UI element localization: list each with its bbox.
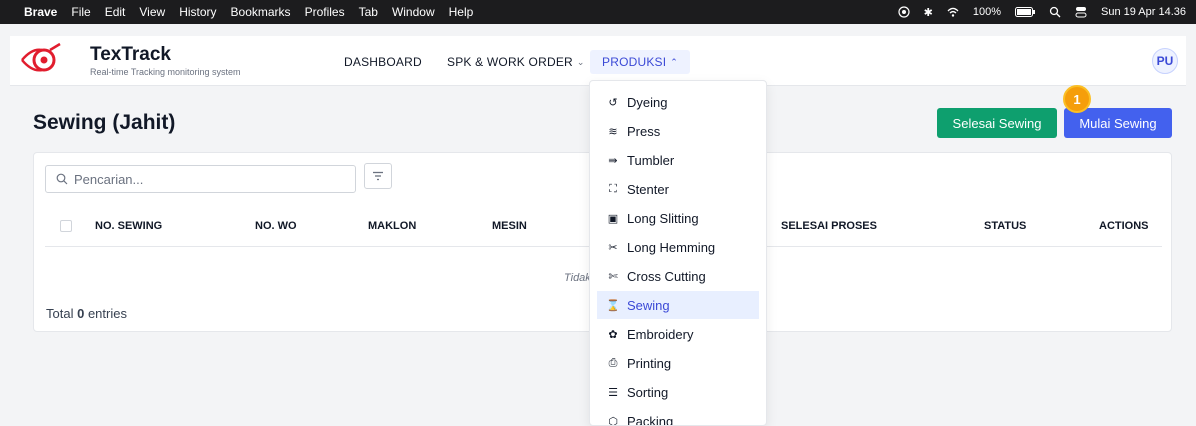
dropdown-item-sorting[interactable]: ☰ Sorting — [597, 378, 759, 406]
app-header: TexTrack Real-time Tracking monitoring s… — [10, 36, 1186, 86]
dropdown-item-stenter[interactable]: ⛶ Stenter — [597, 175, 759, 203]
select-all-checkbox[interactable] — [60, 220, 72, 232]
spotlight-search-icon[interactable] — [1049, 6, 1061, 18]
menubar-file[interactable]: File — [71, 5, 90, 19]
dropdown-item-cross-cutting[interactable]: ✄ Cross Cutting — [597, 262, 759, 290]
dropdown-item-label: Embroidery — [627, 326, 694, 342]
control-center-icon[interactable] — [1075, 6, 1087, 18]
battery-percent: 100% — [972, 6, 1001, 18]
produksi-dropdown-menu: ↺ Dyeing ≋ Press ⇛ Tumbler ⛶ Stenter ▣ Long S… — [589, 80, 767, 426]
empty-state-text: Tidak — [564, 272, 591, 284]
dropdown-item-dyeing[interactable]: ↺ Dyeing — [597, 88, 759, 116]
menubar-edit[interactable]: Edit — [105, 5, 126, 19]
menubar-profiles[interactable]: Profiles — [305, 5, 345, 19]
dropdown-item-embroidery[interactable]: ✿ Embroidery — [597, 320, 759, 348]
search-input[interactable]: Pencarian... — [45, 165, 356, 193]
dropdown-item-long-hemming[interactable]: ✂ Long Hemming — [597, 233, 759, 261]
dropdown-item-label: Press — [627, 123, 661, 139]
total-suffix: entries — [87, 306, 127, 321]
col-no-sewing[interactable]: NO. SEWING — [95, 220, 162, 232]
dropdown-item-label: Packing — [627, 413, 674, 426]
slitting-icon: ▣ — [607, 212, 619, 225]
dropdown-item-long-slitting[interactable]: ▣ Long Slitting — [597, 204, 759, 232]
sorting-icon: ☰ — [608, 386, 618, 399]
selesai-sewing-button[interactable]: Selesai Sewing — [937, 108, 1057, 138]
brand-subtitle: Real-time Tracking monitoring system — [90, 67, 241, 77]
nav-dashboard-label: DASHBOARD — [344, 55, 422, 69]
menubar-status-area: ✱ 100% Sun 19 Apr 14.36 — [898, 0, 1186, 24]
dropdown-item-label: Dyeing — [627, 94, 668, 110]
col-mesin[interactable]: MESIN — [492, 220, 527, 232]
bluetooth-icon[interactable]: ✱ — [924, 6, 933, 19]
dropdown-item-packing[interactable]: ⬡ Packing — [597, 407, 759, 426]
search-placeholder: Pencarian... — [74, 171, 144, 187]
dropdown-item-label: Long Slitting — [627, 210, 699, 226]
page-title: Sewing (Jahit) — [33, 111, 176, 134]
filter-icon — [373, 171, 383, 181]
dropdown-item-label: Stenter — [627, 181, 669, 197]
menubar-tab[interactable]: Tab — [359, 5, 378, 19]
menubar-view[interactable]: View — [139, 5, 165, 19]
dropdown-item-printing[interactable]: ⎙ Printing — [597, 349, 759, 377]
menubar-help[interactable]: Help — [449, 5, 474, 19]
press-icon: ≋ — [608, 125, 618, 138]
menubar-app-name[interactable]: Brave — [24, 5, 57, 19]
search-icon — [56, 173, 68, 185]
dye-icon: ↺ — [608, 96, 618, 109]
textrack-logo[interactable] — [20, 42, 64, 78]
printer-icon: ⎙ — [608, 356, 618, 369]
cutting-icon: ✄ — [608, 270, 618, 283]
menubar-bookmarks[interactable]: Bookmarks — [231, 5, 291, 19]
total-count: 0 — [77, 306, 85, 321]
total-entries: Total 0 entries — [46, 306, 127, 321]
filter-button[interactable] — [364, 163, 392, 189]
menubar-clock[interactable]: Sun 19 Apr 14.36 — [1101, 6, 1186, 18]
col-no-wo[interactable]: NO. WO — [255, 220, 297, 232]
record-icon[interactable] — [898, 6, 910, 18]
menubar-history[interactable]: History — [179, 5, 216, 19]
col-actions: ACTIONS — [1099, 220, 1149, 232]
dropdown-item-label: Sewing — [627, 297, 670, 313]
menubar-window[interactable]: Window — [392, 5, 435, 19]
col-selesai-proses[interactable]: SELESAI PROSES — [781, 220, 877, 232]
wifi-icon[interactable] — [947, 6, 959, 18]
user-avatar[interactable]: PU — [1152, 48, 1178, 74]
dropdown-item-label: Long Hemming — [627, 239, 716, 255]
sewing-icon: ⌛ — [606, 299, 620, 312]
nav-spk-work-order[interactable]: SPK & WORK ORDER ⌄ — [447, 50, 585, 74]
brand-title: TexTrack — [90, 44, 171, 65]
stenter-icon: ⛶ — [609, 182, 617, 195]
dropdown-item-press[interactable]: ≋ Press — [597, 117, 759, 145]
dropdown-item-label: Tumbler — [627, 152, 675, 168]
embroidery-icon: ✿ — [608, 328, 618, 341]
nav-spk-label: SPK & WORK ORDER — [447, 55, 573, 69]
dropdown-item-label: Cross Cutting — [627, 268, 706, 284]
chevron-down-icon: ⌄ — [576, 56, 585, 67]
dropdown-item-label: Sorting — [627, 384, 669, 400]
battery-icon[interactable] — [1014, 7, 1035, 17]
annotation-badge: 1 — [1063, 85, 1091, 113]
nav-produksi-label: PRODUKSI — [602, 55, 667, 69]
dropdown-item-label: Printing — [627, 355, 672, 371]
nav-produksi[interactable]: PRODUKSI ⌃ — [590, 50, 691, 74]
tumbler-icon: ⇛ — [608, 154, 618, 167]
total-prefix: Total — [46, 306, 74, 321]
scissors-icon: ✂ — [608, 241, 618, 254]
nav-dashboard[interactable]: DASHBOARD — [344, 50, 422, 74]
col-status[interactable]: STATUS — [984, 220, 1026, 232]
packing-icon: ⬡ — [608, 415, 618, 426]
chevron-up-icon: ⌃ — [670, 56, 679, 67]
col-maklon[interactable]: MAKLON — [368, 220, 416, 232]
dropdown-item-tumbler[interactable]: ⇛ Tumbler — [597, 146, 759, 174]
dropdown-item-sewing[interactable]: ⌛ Sewing — [597, 291, 759, 319]
macos-menubar: Brave File Edit View History Bookmarks P… — [0, 0, 1196, 24]
